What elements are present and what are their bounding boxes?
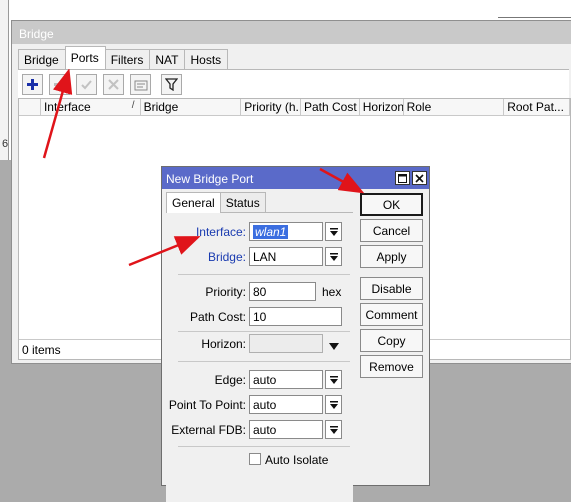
arrow-to-ok-button <box>319 167 365 194</box>
arrow-to-interface-field <box>128 236 201 267</box>
tab-general[interactable]: General <box>166 192 221 213</box>
tab-ports[interactable]: Ports <box>64 46 106 69</box>
arrow-to-ports-tab <box>42 68 73 159</box>
annotation-arrows <box>42 68 365 267</box>
